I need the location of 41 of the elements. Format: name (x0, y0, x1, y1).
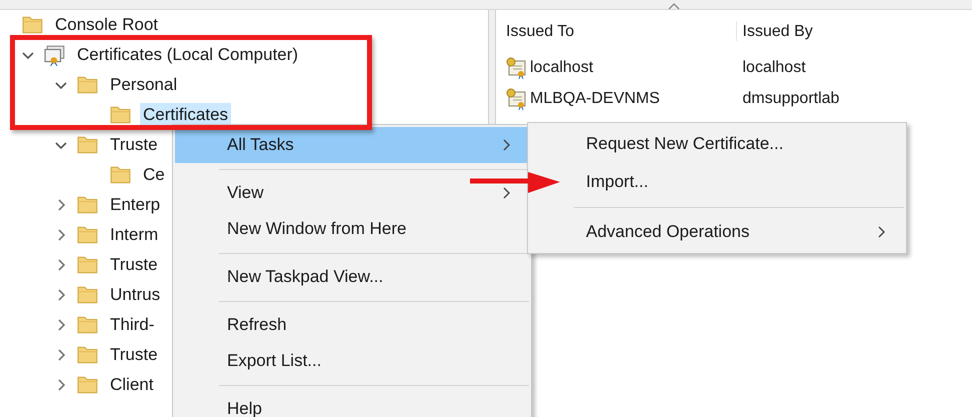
folder-icon (77, 74, 99, 96)
certificate-icon (506, 56, 528, 78)
menu-item[interactable]: New Taskpad View... (175, 259, 529, 295)
tree-item[interactable]: Enterp (107, 193, 164, 217)
tree-item[interactable]: Truste (107, 133, 161, 157)
tree-item[interactable]: Untrus (107, 283, 164, 307)
menu-item[interactable]: Advanced Operations (530, 213, 904, 251)
folder-icon (77, 374, 99, 396)
tree-item[interactable]: Interm (107, 223, 162, 247)
tree-item[interactable]: Truste (107, 343, 161, 367)
tree-item[interactable]: Ce (140, 163, 168, 187)
tree-item[interactable]: Personal (107, 73, 180, 97)
folder-icon (77, 134, 99, 156)
folder-icon (110, 104, 132, 126)
table-cell: localhost (530, 58, 594, 76)
folder-icon (77, 254, 99, 276)
tree-item[interactable]: Certificates (Local Computer) (74, 43, 302, 67)
table-cell: MLBQA-DEVNMS (530, 90, 660, 108)
column-header[interactable]: Issued To (506, 21, 736, 41)
folder-icon (77, 194, 99, 216)
tree-item[interactable]: Truste (107, 253, 161, 277)
folder-icon (77, 314, 99, 336)
folder-icon (110, 164, 132, 186)
menu-item[interactable]: Request New Certificate... (530, 125, 904, 163)
folder-icon (77, 344, 99, 366)
table-cell: dmsupportlab (742, 90, 840, 108)
menu-item[interactable]: Export List... (175, 343, 529, 379)
folder-icon (77, 284, 99, 306)
certificate-icon (506, 88, 528, 110)
folder-icon (77, 224, 99, 246)
menu-item[interactable]: All Tasks (175, 127, 529, 163)
menu-item[interactable]: New Window from Here (175, 211, 529, 247)
certificate-console-icon (44, 44, 66, 66)
folder-icon (22, 14, 44, 36)
table-cell: localhost (742, 58, 806, 76)
tree-item[interactable]: Console Root (52, 13, 162, 37)
tree-item[interactable]: Third- (107, 313, 158, 337)
menu-item[interactable]: Refresh (175, 307, 529, 343)
column-header[interactable]: Issued By (736, 21, 972, 41)
menu-item[interactable]: View (175, 175, 529, 211)
tree-item[interactable]: Client (107, 373, 156, 397)
